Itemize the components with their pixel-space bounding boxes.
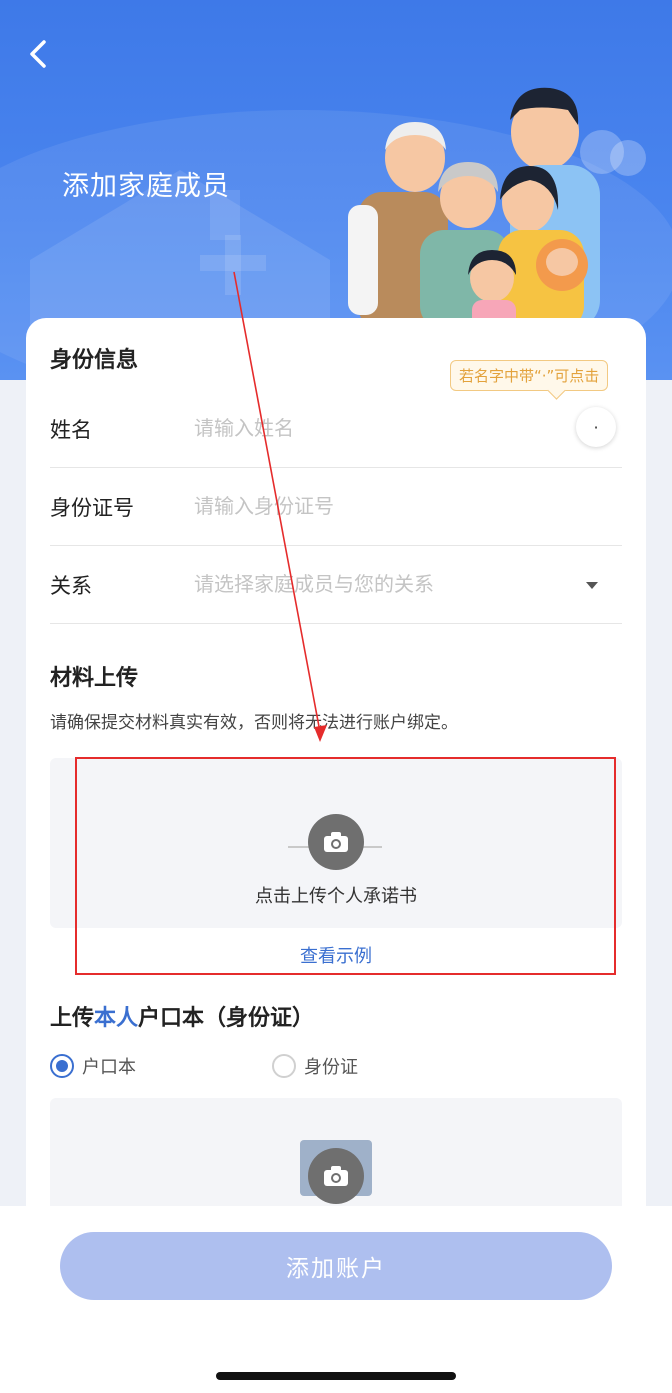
radio-selected-icon — [50, 1054, 74, 1078]
home-indicator — [216, 1372, 456, 1380]
radio-household-register[interactable]: 户口本 — [50, 1052, 136, 1080]
name-input[interactable] — [194, 408, 554, 448]
name-dot-tooltip: 若名字中带“·”可点击 — [450, 360, 609, 391]
annotation-highlight-box — [75, 757, 616, 975]
household-title-prefix: 上传 — [50, 1006, 95, 1031]
id-number-row: 身份证号 — [50, 468, 622, 546]
materials-hint: 请确保提交材料真实有效，否则将无法进行账户绑定。 — [50, 713, 458, 733]
relation-label: 关系 — [50, 574, 92, 598]
back-arrow-icon[interactable] — [22, 36, 58, 72]
relation-select[interactable]: 关系 — [50, 546, 622, 624]
radio-household-label: 户口本 — [82, 1057, 136, 1078]
relation-input[interactable] — [194, 564, 554, 604]
household-title-highlight: 本人 — [94, 1006, 139, 1031]
name-label: 姓名 — [50, 418, 92, 442]
id-number-input[interactable] — [194, 486, 554, 526]
identity-section-title: 身份信息 — [50, 348, 139, 373]
name-row: 姓名 · — [50, 390, 622, 468]
materials-section-title: 材料上传 — [50, 666, 139, 691]
middle-dot-button[interactable]: · — [576, 407, 616, 447]
bottom-bar: 添加账户 — [0, 1206, 672, 1393]
camera-icon-2 — [308, 1148, 364, 1204]
id-number-label: 身份证号 — [50, 496, 134, 520]
radio-id-card-label: 身份证 — [304, 1057, 358, 1078]
household-title-suffix: 户口本（身份证） — [138, 1006, 315, 1031]
add-account-button[interactable]: 添加账户 — [60, 1232, 612, 1300]
radio-id-card[interactable]: 身份证 — [272, 1052, 358, 1080]
radio-unselected-icon — [272, 1054, 296, 1078]
page-title: 添加家庭成员 — [62, 171, 230, 202]
family-illustration — [348, 87, 646, 330]
household-section-title: 上传本人户口本（身份证） — [50, 1000, 314, 1032]
caret-down-icon — [586, 582, 598, 589]
